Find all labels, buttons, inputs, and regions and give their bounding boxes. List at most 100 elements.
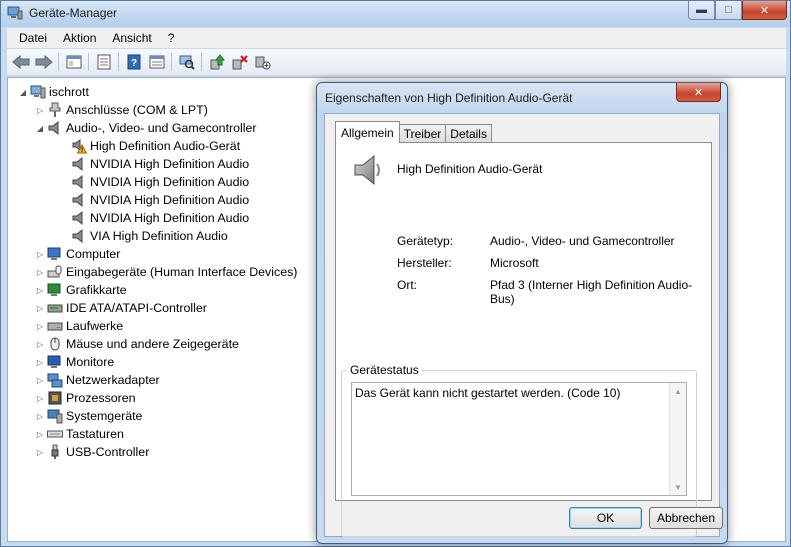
- expand-arrow-icon[interactable]: ▷: [35, 394, 45, 403]
- scroll-up-icon[interactable]: ▲: [670, 383, 686, 399]
- tree-item-ports[interactable]: ▷ Anschlüsse (COM & LPT): [35, 101, 208, 119]
- tree-item-network[interactable]: ▷ Netzwerkadapter: [35, 371, 160, 389]
- tree-item-label: Tastaturen: [66, 427, 124, 441]
- expand-arrow-icon[interactable]: ▷: [35, 250, 45, 259]
- tree-item-label: Netzwerkadapter: [66, 373, 160, 387]
- tree-item-label: Anschlüsse (COM & LPT): [66, 103, 208, 117]
- tree-item-nvidia-audio-1[interactable]: NVIDIA High Definition Audio: [71, 155, 249, 173]
- dialog-close-button[interactable]: ✕: [676, 83, 721, 102]
- tree-item-processors[interactable]: ▷ Prozessoren: [35, 389, 136, 407]
- disable-button[interactable]: [251, 51, 274, 73]
- tree-item-label: NVIDIA High Definition Audio: [90, 193, 250, 207]
- tree-item-ide[interactable]: ▷ IDE ATA/ATAPI-Controller: [35, 299, 207, 317]
- tree-item-label: Grafikkarte: [66, 283, 127, 297]
- tree-item-label: USB-Controller: [66, 445, 150, 459]
- tree-item-label: Systemgeräte: [66, 409, 143, 423]
- tree-item-computer[interactable]: ▷ Computer: [35, 245, 120, 263]
- tree-item-nvidia-audio-3[interactable]: NVIDIA High Definition Audio: [71, 191, 249, 209]
- titlebar[interactable]: Geräte-Manager ▬ □ ✕: [1, 1, 790, 27]
- tree-item-label: Audio-, Video- und Gamecontroller: [66, 121, 257, 135]
- menu-aktion[interactable]: Aktion: [55, 31, 104, 45]
- device-status-textbox[interactable]: Das Gerät kann nicht gestartet werden. (…: [351, 382, 687, 496]
- tree-item-system[interactable]: ▷ Systemgeräte: [35, 407, 142, 425]
- expand-arrow-icon[interactable]: ▷: [35, 412, 45, 421]
- window-controls: ▬ □ ✕: [688, 1, 787, 20]
- tree-item-keyboards[interactable]: ▷ Tastaturen: [35, 425, 124, 443]
- expand-arrow-icon[interactable]: ▷: [35, 376, 45, 385]
- menu-ansicht[interactable]: Ansicht: [104, 31, 159, 45]
- tree-item-label: NVIDIA High Definition Audio: [90, 157, 250, 171]
- tree-item-label: Mäuse und andere Zeigegeräte: [66, 337, 239, 351]
- network-adapter-icon: [47, 372, 63, 388]
- monitor-icon: [47, 354, 63, 370]
- cancel-button[interactable]: Abbrechen: [649, 507, 723, 529]
- expand-arrow-icon[interactable]: ▷: [35, 448, 45, 457]
- collapse-arrow-icon[interactable]: ◢: [35, 124, 45, 133]
- expand-arrow-icon[interactable]: ▷: [35, 268, 45, 277]
- maximize-button[interactable]: □: [715, 1, 742, 20]
- expand-arrow-icon[interactable]: ▷: [35, 340, 45, 349]
- tab-allgemein[interactable]: Allgemein: [335, 121, 400, 143]
- tree-item-graphics[interactable]: ▷ Grafikkarte: [35, 281, 127, 299]
- ok-button[interactable]: OK: [569, 507, 642, 529]
- update-driver-icon: [210, 54, 225, 70]
- minimize-button[interactable]: ▬: [688, 1, 715, 20]
- view-list-icon: [149, 55, 164, 69]
- toolbar-separator: [88, 53, 89, 71]
- back-button[interactable]: [9, 51, 32, 73]
- close-button[interactable]: ✕: [742, 1, 787, 20]
- drive-icon: [47, 318, 63, 334]
- expand-arrow-icon[interactable]: ▷: [35, 304, 45, 313]
- tab-treiber[interactable]: Treiber: [398, 124, 447, 143]
- computer-icon: [30, 84, 46, 100]
- status-scrollbar[interactable]: ▲ ▼: [669, 383, 686, 495]
- speaker-icon: [352, 153, 386, 187]
- tree-item-monitors[interactable]: ▷ Monitore: [35, 353, 114, 371]
- tree-item-nvidia-audio-4[interactable]: NVIDIA High Definition Audio: [71, 209, 249, 227]
- tree-item-label: NVIDIA High Definition Audio: [90, 175, 250, 189]
- toolbar-separator: [201, 53, 202, 71]
- tree-item-hd-audio-warning[interactable]: High Definition Audio-Gerät: [71, 137, 240, 155]
- svg-text:?: ?: [130, 58, 136, 69]
- menu-datei[interactable]: Datei: [11, 31, 55, 45]
- scan-hardware-button[interactable]: [175, 51, 198, 73]
- update-driver-button[interactable]: [205, 51, 228, 73]
- tree-item-drives[interactable]: ▷ Laufwerke: [35, 317, 123, 335]
- tree-item-label: IDE ATA/ATAPI-Controller: [66, 301, 207, 315]
- expand-arrow-icon[interactable]: ▷: [35, 358, 45, 367]
- help-button[interactable]: ?: [122, 51, 145, 73]
- properties-icon: [97, 54, 110, 70]
- tree-root[interactable]: ◢ ischrott: [18, 83, 89, 101]
- tree-item-usb[interactable]: ▷ USB-Controller: [35, 443, 149, 461]
- menu-help[interactable]: ?: [160, 31, 183, 45]
- uninstall-icon: [232, 55, 248, 70]
- scroll-down-icon[interactable]: ▼: [670, 479, 686, 495]
- expand-arrow-icon[interactable]: ▷: [35, 322, 45, 331]
- tree-item-via-audio[interactable]: VIA High Definition Audio: [71, 227, 228, 245]
- uninstall-button[interactable]: [228, 51, 251, 73]
- view-button[interactable]: [145, 51, 168, 73]
- tab-details[interactable]: Details: [445, 124, 492, 143]
- expand-arrow-icon[interactable]: ▷: [35, 430, 45, 439]
- tree-item-label: Laufwerke: [66, 319, 124, 333]
- tree-item-hid[interactable]: ▷ Eingabegeräte (Human Interface Devices…: [35, 263, 298, 281]
- tree-item-nvidia-audio-2[interactable]: NVIDIA High Definition Audio: [71, 173, 249, 191]
- forward-button[interactable]: [32, 51, 55, 73]
- location-label: Ort:: [397, 278, 417, 292]
- tree-item-label: Prozessoren: [66, 391, 136, 405]
- properties-button[interactable]: [92, 51, 115, 73]
- collapse-arrow-icon[interactable]: ◢: [18, 88, 28, 97]
- device-name: High Definition Audio-Gerät: [397, 162, 543, 176]
- tree-item-label: Computer: [66, 247, 121, 261]
- expand-arrow-icon[interactable]: ▷: [35, 106, 45, 115]
- expand-arrow-icon[interactable]: ▷: [35, 286, 45, 295]
- speaker-icon: [71, 228, 87, 244]
- back-arrow-icon: [11, 55, 29, 69]
- warning-speaker-icon: [71, 138, 87, 154]
- tree-item-mice[interactable]: ▷ Mäuse und andere Zeigegeräte: [35, 335, 239, 353]
- tree-item-label: Eingabegeräte (Human Interface Devices): [66, 265, 298, 279]
- up-level-button[interactable]: [62, 51, 85, 73]
- system-device-icon: [47, 408, 63, 424]
- tree-item-audio[interactable]: ◢ Audio-, Video- und Gamecontroller: [35, 119, 257, 137]
- speaker-icon: [47, 120, 63, 136]
